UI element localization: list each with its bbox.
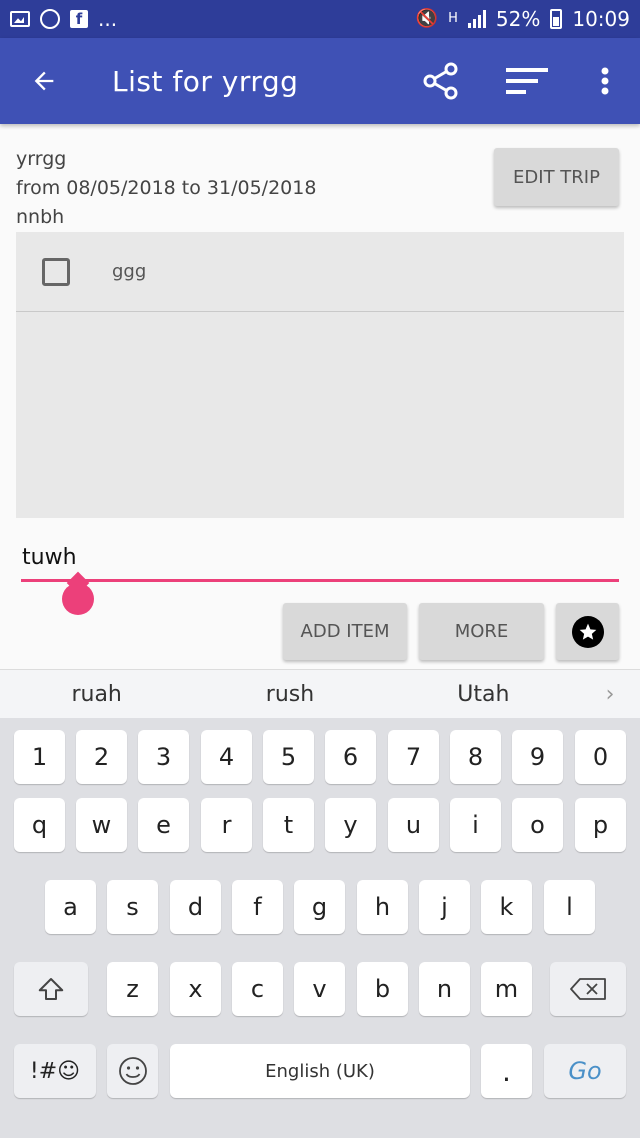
symbols-key[interactable]: !#☺ xyxy=(14,1044,96,1098)
key-n[interactable]: n xyxy=(419,962,470,1016)
page-title: List for yrrgg xyxy=(112,64,299,98)
share-icon xyxy=(423,62,458,100)
gallery-icon xyxy=(10,11,30,27)
key-6[interactable]: 6 xyxy=(325,730,376,784)
trip-note: nnbh xyxy=(16,206,65,228)
facebook-icon: f xyxy=(70,10,88,28)
suggestion-3[interactable]: Utah xyxy=(387,682,580,707)
keyboard-row-numbers: 1 2 3 4 5 6 7 8 9 0 xyxy=(0,730,640,798)
battery-icon xyxy=(550,9,563,29)
suggestion-2[interactable]: rush xyxy=(193,682,386,707)
more-button[interactable]: MORE xyxy=(419,603,544,660)
key-c[interactable]: c xyxy=(232,962,283,1016)
signal-icon xyxy=(467,10,486,28)
space-key[interactable]: English (UK) xyxy=(170,1044,470,1098)
key-p[interactable]: p xyxy=(575,798,626,852)
overflow-menu-button[interactable] xyxy=(570,38,640,124)
trip-name: yrrgg xyxy=(16,148,67,170)
input-underline xyxy=(21,579,619,582)
key-7[interactable]: 7 xyxy=(388,730,439,784)
item-list: ggg xyxy=(16,232,624,518)
key-j[interactable]: j xyxy=(419,880,470,934)
star-icon xyxy=(571,615,604,648)
key-4[interactable]: 4 xyxy=(201,730,252,784)
more-notifications: ... xyxy=(98,7,118,31)
emoji-key[interactable] xyxy=(107,1044,158,1098)
share-button[interactable] xyxy=(398,38,484,124)
system-icons: 🔇 H 52% 10:09 xyxy=(416,7,630,31)
keyboard-row-controls: !#☺ English (UK) . Go xyxy=(0,1044,640,1112)
key-9[interactable]: 9 xyxy=(512,730,563,784)
key-z[interactable]: z xyxy=(107,962,158,1016)
key-q[interactable]: q xyxy=(14,798,65,852)
battery-percent: 52% xyxy=(495,7,541,31)
key-g[interactable]: g xyxy=(294,880,345,934)
status-bar: f ... 🔇 H 52% 10:09 xyxy=(0,0,640,38)
item-checkbox[interactable] xyxy=(42,257,70,286)
key-f[interactable]: f xyxy=(232,880,283,934)
go-key[interactable]: Go xyxy=(544,1044,626,1098)
back-button[interactable] xyxy=(0,38,88,124)
key-b[interactable]: b xyxy=(357,962,408,1016)
app-bar: List for yrrgg xyxy=(0,38,640,124)
key-h[interactable]: h xyxy=(357,880,408,934)
backspace-key[interactable] xyxy=(550,962,626,1016)
backspace-icon xyxy=(570,978,606,1000)
keyboard-row-top: q w e r t y u i o p xyxy=(0,798,640,866)
keyboard-row-bottom: z x c v b n m xyxy=(0,962,640,1030)
whatsapp-icon xyxy=(40,9,60,29)
clock: 10:09 xyxy=(572,7,630,31)
key-0[interactable]: 0 xyxy=(575,730,626,784)
keyboard-row-mid: a s d f g h j k l xyxy=(0,880,640,948)
key-y[interactable]: y xyxy=(325,798,376,852)
chevron-right-icon[interactable]: › xyxy=(580,682,640,707)
shift-icon xyxy=(38,978,64,1000)
trip-dates: from 08/05/2018 to 31/05/2018 xyxy=(16,177,317,199)
keyboard-suggestions: ruah rush Utah › xyxy=(0,669,640,718)
shift-key[interactable] xyxy=(14,962,88,1016)
key-w[interactable]: w xyxy=(76,798,127,852)
period-key[interactable]: . xyxy=(481,1044,532,1098)
trip-info: yrrgg from 08/05/2018 to 31/05/2018 nnbh xyxy=(16,145,316,232)
key-u[interactable]: u xyxy=(388,798,439,852)
keyboard: 1 2 3 4 5 6 7 8 9 0 q w e r t y u i o p … xyxy=(0,718,640,1138)
key-3[interactable]: 3 xyxy=(138,730,189,784)
add-item-button[interactable]: ADD ITEM xyxy=(283,603,407,660)
key-d[interactable]: d xyxy=(170,880,221,934)
suggestion-1[interactable]: ruah xyxy=(0,682,193,707)
key-t[interactable]: t xyxy=(263,798,314,852)
new-item-field xyxy=(21,535,619,615)
key-v[interactable]: v xyxy=(294,962,345,1016)
mute-icon: 🔇 xyxy=(415,8,439,29)
key-i[interactable]: i xyxy=(450,798,501,852)
arrow-left-icon xyxy=(34,71,54,91)
item-label: ggg xyxy=(112,261,147,282)
edit-trip-button[interactable]: EDIT TRIP xyxy=(494,148,619,206)
favorite-button[interactable] xyxy=(556,603,619,660)
key-l[interactable]: l xyxy=(544,880,595,934)
sort-button[interactable] xyxy=(484,38,570,124)
sort-icon xyxy=(506,68,548,94)
new-item-input[interactable] xyxy=(21,535,619,579)
key-a[interactable]: a xyxy=(45,880,96,934)
network-h-icon: H xyxy=(448,11,458,26)
key-s[interactable]: s xyxy=(107,880,158,934)
key-e[interactable]: e xyxy=(138,798,189,852)
text-cursor-handle[interactable] xyxy=(62,583,94,615)
more-vert-icon xyxy=(601,67,609,95)
key-5[interactable]: 5 xyxy=(263,730,314,784)
list-item[interactable]: ggg xyxy=(16,232,624,312)
key-x[interactable]: x xyxy=(170,962,221,1016)
key-m[interactable]: m xyxy=(481,962,532,1016)
key-1[interactable]: 1 xyxy=(14,730,65,784)
key-r[interactable]: r xyxy=(201,798,252,852)
key-o[interactable]: o xyxy=(512,798,563,852)
notification-icons: f ... xyxy=(10,7,117,31)
emoji-icon xyxy=(118,1057,147,1085)
key-8[interactable]: 8 xyxy=(450,730,501,784)
key-k[interactable]: k xyxy=(481,880,532,934)
key-2[interactable]: 2 xyxy=(76,730,127,784)
